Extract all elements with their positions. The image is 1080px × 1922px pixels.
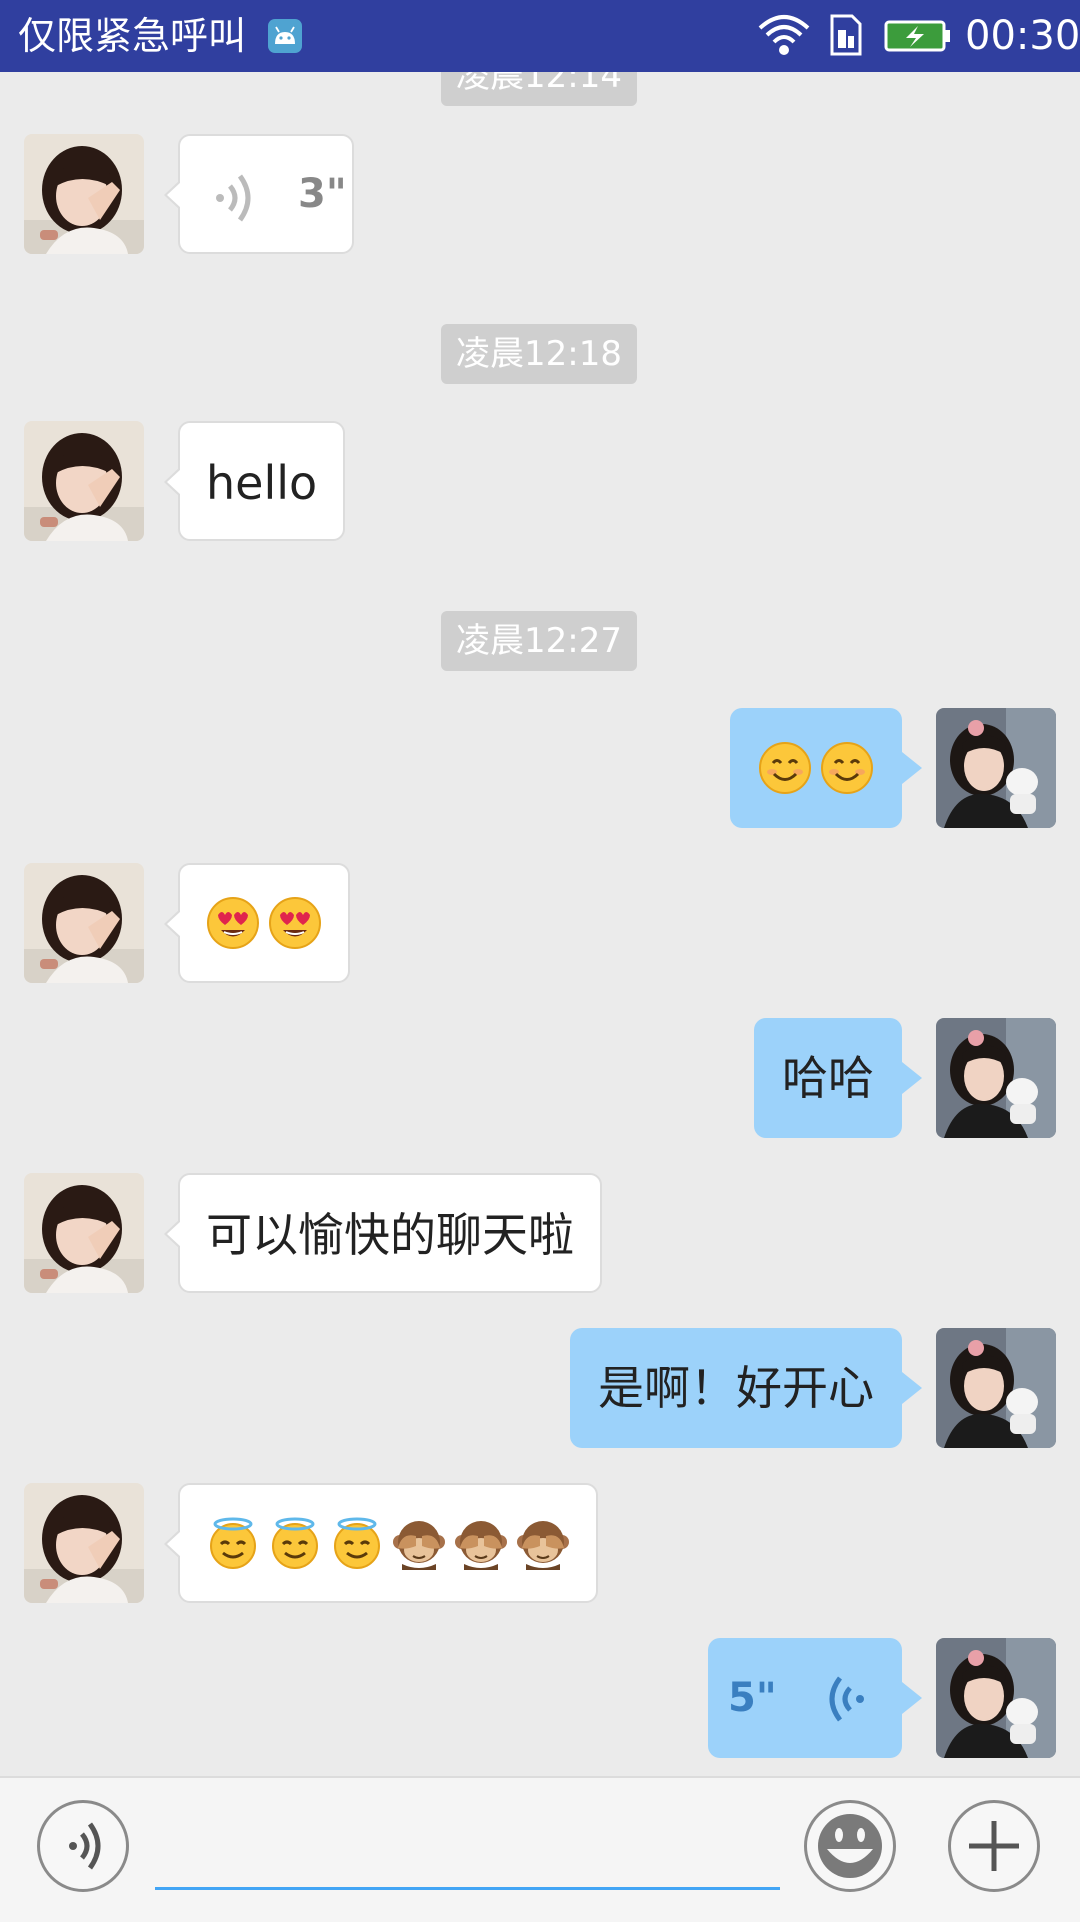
timestamp-chip: 凌晨12:27 (441, 611, 637, 671)
timestamp-chip: 凌晨12:18 (441, 324, 637, 384)
my-avatar[interactable] (936, 1018, 1056, 1138)
voice-icon (69, 1822, 101, 1870)
wifi-icon (758, 14, 810, 60)
voice-wave-icon (829, 1676, 864, 1722)
smiley-icon (818, 1814, 882, 1878)
chat-message-list[interactable]: 凌晨12:14 3" 凌晨12:18 hello 凌晨12:27 哈哈 可以愉快… (0, 72, 1080, 1776)
halo-face-emoji (206, 1516, 260, 1570)
my-avatar[interactable] (936, 1328, 1056, 1448)
outgoing-emoji-message[interactable] (730, 708, 922, 828)
message-text: 可以愉快的聊天啦 (206, 1208, 574, 1262)
incoming-voice-message[interactable]: 3" (164, 134, 354, 254)
my-avatar[interactable] (936, 1638, 1056, 1758)
message-input[interactable] (155, 1798, 780, 1890)
incoming-emoji-message[interactable] (164, 1483, 598, 1603)
battery-charging-icon (884, 20, 952, 56)
incoming-text-message[interactable]: hello (163, 421, 346, 541)
android-notification-icon (268, 19, 302, 53)
contact-avatar[interactable] (24, 421, 144, 541)
message-text: hello (206, 456, 318, 510)
status-bar: 仅限紧急呼叫 00:30 (0, 0, 1080, 72)
status-time: 00:30 (965, 13, 1080, 59)
more-button[interactable] (948, 1800, 1040, 1892)
heart-eyes-emoji (206, 896, 260, 950)
see-no-evil-monkey-emoji (392, 1516, 446, 1570)
message-text: 哈哈 (782, 1051, 874, 1105)
contact-avatar[interactable] (24, 1483, 144, 1603)
halo-face-emoji (268, 1516, 322, 1570)
sim-icon (828, 14, 864, 60)
my-avatar[interactable] (936, 708, 1056, 828)
voice-duration: 5" (728, 1675, 777, 1721)
see-no-evil-monkey-emoji (516, 1516, 570, 1570)
contact-avatar[interactable] (24, 863, 144, 983)
outgoing-text-message[interactable]: 哈哈 (754, 1018, 922, 1138)
voice-duration: 3" (298, 171, 347, 217)
heart-eyes-emoji (268, 896, 322, 950)
smiling-face-emoji (820, 741, 874, 795)
contact-avatar[interactable] (24, 134, 144, 254)
voice-toggle-button[interactable] (37, 1800, 129, 1892)
halo-face-emoji (330, 1516, 384, 1570)
outgoing-voice-message[interactable]: 5" (708, 1638, 922, 1758)
timestamp-chip: 凌晨12:14 (441, 72, 637, 106)
see-no-evil-monkey-emoji (454, 1516, 508, 1570)
message-text: 是啊！好开心 (598, 1361, 874, 1415)
plus-icon (969, 1821, 1019, 1871)
carrier-label: 仅限紧急呼叫 (18, 14, 247, 58)
smiling-face-emoji (758, 741, 812, 795)
incoming-emoji-message[interactable] (164, 863, 350, 983)
contact-avatar[interactable] (24, 1173, 144, 1293)
incoming-text-message[interactable]: 可以愉快的聊天啦 (164, 1173, 602, 1293)
voice-wave-icon (216, 174, 251, 222)
emoji-button[interactable] (804, 1800, 896, 1892)
outgoing-text-message[interactable]: 是啊！好开心 (570, 1328, 922, 1448)
